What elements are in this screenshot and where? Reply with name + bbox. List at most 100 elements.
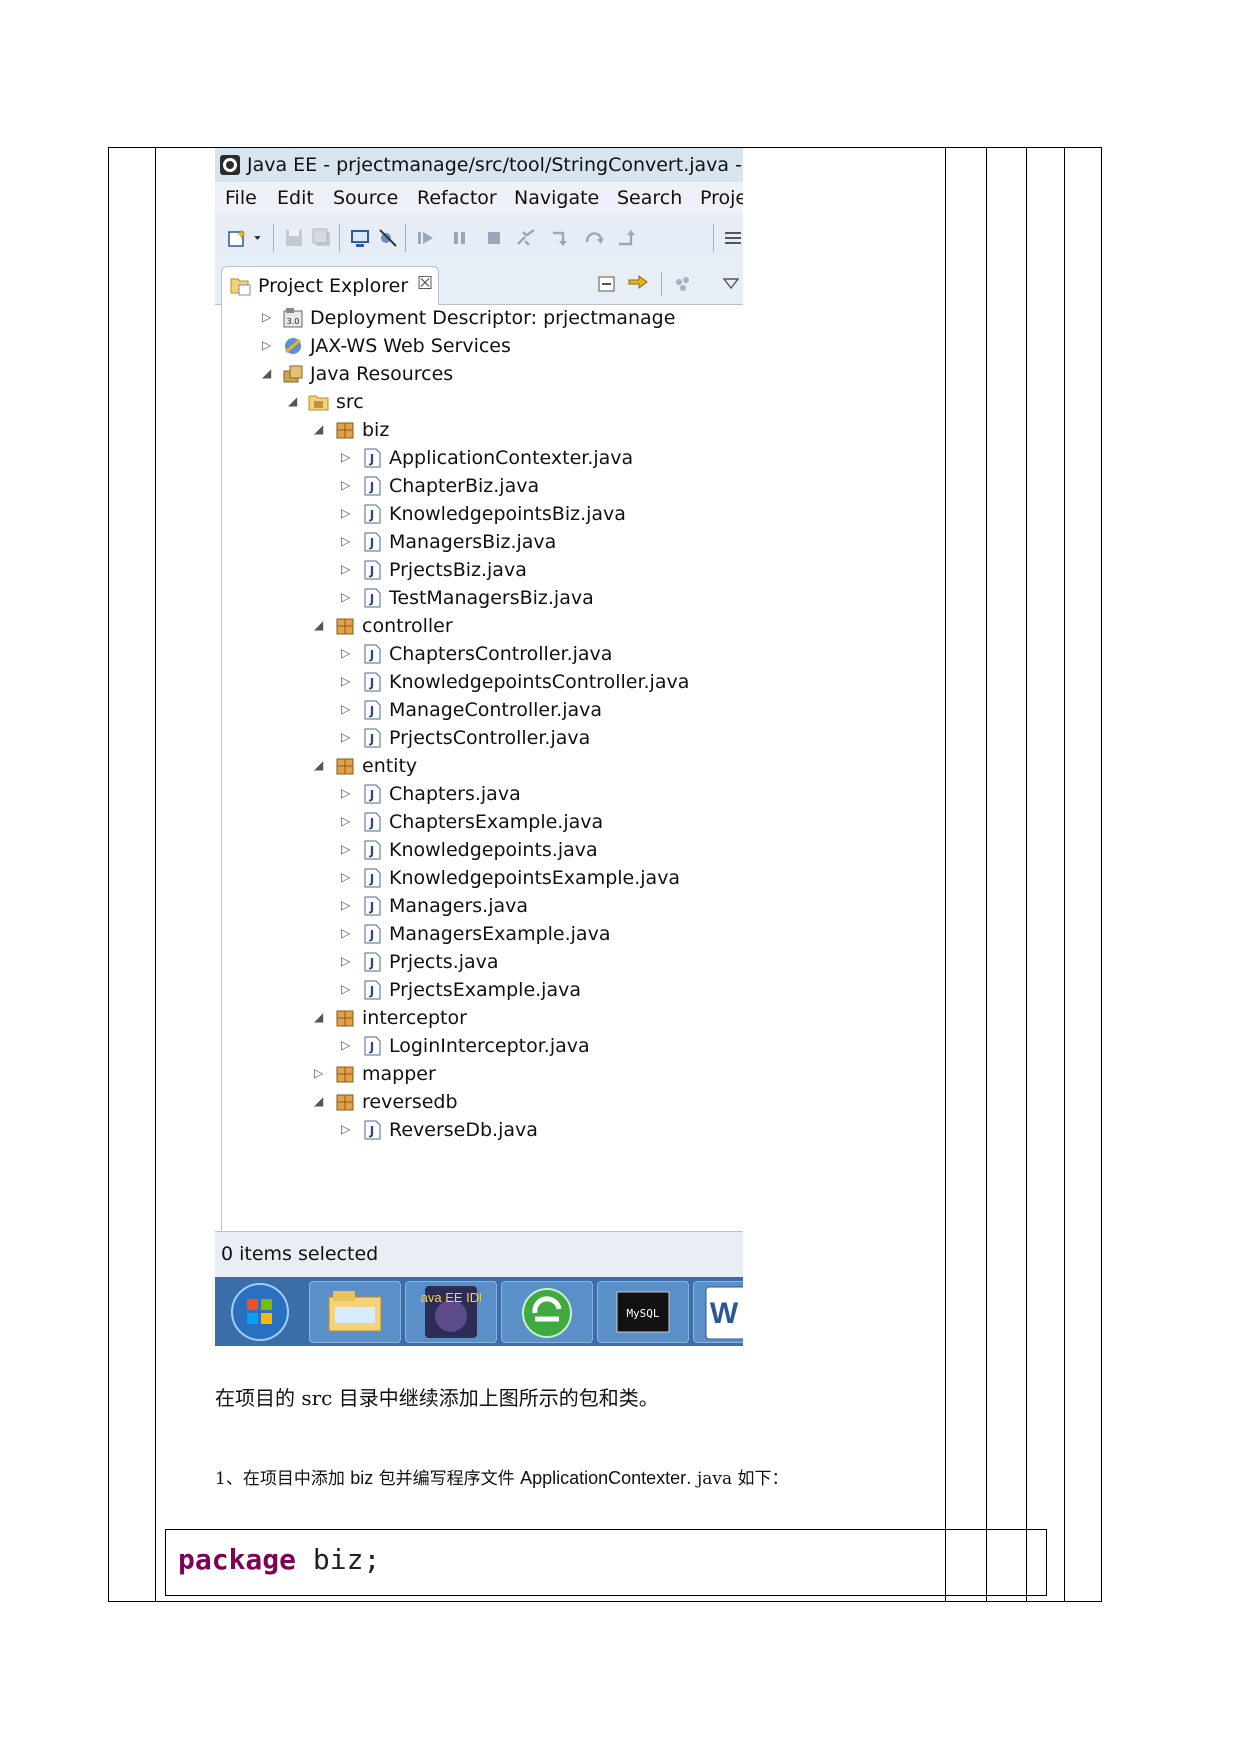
save-icon[interactable] [283,227,305,249]
expanded-arrow-icon[interactable]: ◢ [314,758,324,772]
word-label: W [710,1297,739,1330]
expanded-arrow-icon[interactable]: ◢ [314,1094,324,1108]
collapsed-arrow-icon[interactable]: ▷ [341,898,351,912]
code-keyword: package [178,1543,297,1576]
collapsed-arrow-icon[interactable]: ▷ [262,310,272,324]
collapsed-arrow-icon[interactable]: ▷ [341,478,351,492]
java-file-icon: J [364,952,381,972]
svg-text:J: J [369,676,374,690]
skip-breakpoints-icon[interactable] [377,227,399,249]
menu-icon[interactable] [723,227,743,249]
file-explorer-icon [328,1291,382,1332]
project-tree: ▷ 3.0 Deployment Descriptor: prjectmanage ▷… [221,305,743,1346]
collapsed-arrow-icon[interactable]: ▷ [341,534,351,548]
package-name: biz [350,1468,374,1488]
collapsed-arrow-icon[interactable]: ▷ [341,590,351,604]
collapsed-arrow-icon[interactable]: ▷ [341,786,351,800]
java-file-icon: J [364,868,381,888]
task-word[interactable]: W [693,1281,743,1343]
project-explorer-icon [230,278,251,296]
java-file-icon: J [364,476,381,496]
svg-text:J: J [369,704,374,718]
eclipse-icon [220,155,240,175]
menu-search[interactable]: Search [617,187,682,209]
filter-icon[interactable] [673,274,693,294]
collapsed-arrow-icon[interactable]: ▷ [341,982,351,996]
disconnect-icon[interactable] [515,227,537,249]
collapsed-arrow-icon[interactable]: ▷ [341,506,351,520]
svg-text:J: J [369,536,374,550]
step-into-icon[interactable] [549,227,571,249]
menu-file[interactable]: File [225,187,257,209]
title-bar: Java EE - prjectmanage/src/tool/StringCo… [215,148,743,182]
dropdown-arrow-icon[interactable] [253,227,267,249]
collapsed-arrow-icon[interactable]: ▷ [341,1038,351,1052]
menu-navigate[interactable]: Navigate [514,187,599,209]
link-editor-icon[interactable] [627,272,651,294]
collapsed-arrow-icon[interactable]: ▷ [341,1122,351,1136]
tree-item-label: JAX-WS Web Services [310,335,511,357]
expanded-arrow-icon[interactable]: ◢ [262,366,272,380]
step-return-icon[interactable] [615,227,637,249]
java-ee-ide-icon: Java EE IDE [421,1286,481,1338]
collapsed-arrow-icon[interactable]: ▷ [262,338,272,352]
menu-source[interactable]: Source [333,187,398,209]
collapsed-arrow-icon[interactable]: ▷ [341,954,351,968]
toolbar-separator [405,224,406,252]
tab-project-explorer[interactable]: Project Explorer ☒ [221,266,439,305]
java-file-icon: J [364,896,381,916]
suspend-icon[interactable] [449,227,471,249]
tree-item-label: mapper [362,1063,436,1085]
svg-text:J: J [369,508,374,522]
table-border-right [1101,147,1102,1602]
start-orb-button[interactable] [215,1281,307,1343]
menu-edit[interactable]: Edit [277,187,314,209]
new-wizard-icon[interactable] [227,227,249,249]
open-console-icon[interactable] [349,227,371,249]
menu-bar: File Edit Source Refactor Navigate Searc… [215,182,743,214]
collapsed-arrow-icon[interactable]: ▷ [341,646,351,660]
file-name: ApplicationContexter [520,1468,687,1488]
terminate-icon[interactable] [483,227,505,249]
collapsed-arrow-icon[interactable]: ▷ [341,450,351,464]
step-over-icon[interactable] [583,227,605,249]
collapse-all-icon[interactable] [597,274,617,294]
expanded-arrow-icon[interactable]: ◢ [314,422,324,436]
tree-item-label: ManageController.java [389,699,603,721]
view-menu-icon[interactable] [723,278,739,290]
menu-project[interactable]: Proje [700,187,743,209]
close-icon[interactable]: ☒ [417,273,433,294]
tree-item-label: ManagersExample.java [389,923,611,945]
collapsed-arrow-icon[interactable]: ▷ [341,926,351,940]
menu-refactor[interactable]: Refactor [417,187,497,209]
collapsed-arrow-icon[interactable]: ▷ [341,870,351,884]
svg-text:J: J [369,984,374,998]
tree-item-label: Managers.java [389,895,529,917]
tree-item-label: Java Resources [310,363,454,385]
collapsed-arrow-icon[interactable]: ▷ [341,562,351,576]
table-column-line [945,147,946,1602]
save-all-icon[interactable] [311,227,333,249]
svg-text:J: J [369,480,374,494]
expanded-arrow-icon[interactable]: ◢ [314,618,324,632]
refresh-app-icon [522,1288,572,1338]
collapsed-arrow-icon[interactable]: ▷ [341,842,351,856]
task-java-ee-ide[interactable]: Java EE IDE [405,1281,497,1343]
java-resources-icon [283,365,303,383]
collapsed-arrow-icon[interactable]: ▷ [341,702,351,716]
java-file-icon: J [364,560,381,580]
svg-text:J: J [369,844,374,858]
svg-text:J: J [369,452,374,466]
expanded-arrow-icon[interactable]: ◢ [314,1010,324,1024]
collapsed-arrow-icon[interactable]: ▷ [341,674,351,688]
collapsed-arrow-icon[interactable]: ▷ [314,1066,324,1080]
collapsed-arrow-icon[interactable]: ▷ [341,730,351,744]
resume-icon[interactable] [415,227,437,249]
task-refresh-app[interactable] [501,1281,593,1343]
collapsed-arrow-icon[interactable]: ▷ [341,814,351,828]
expanded-arrow-icon[interactable]: ◢ [288,394,298,408]
java-file-icon: J [364,812,381,832]
task-mysql-console[interactable]: MySQL [597,1281,689,1343]
step-suffix: . java 如下： [686,1469,789,1489]
task-file-explorer[interactable] [309,1281,401,1343]
